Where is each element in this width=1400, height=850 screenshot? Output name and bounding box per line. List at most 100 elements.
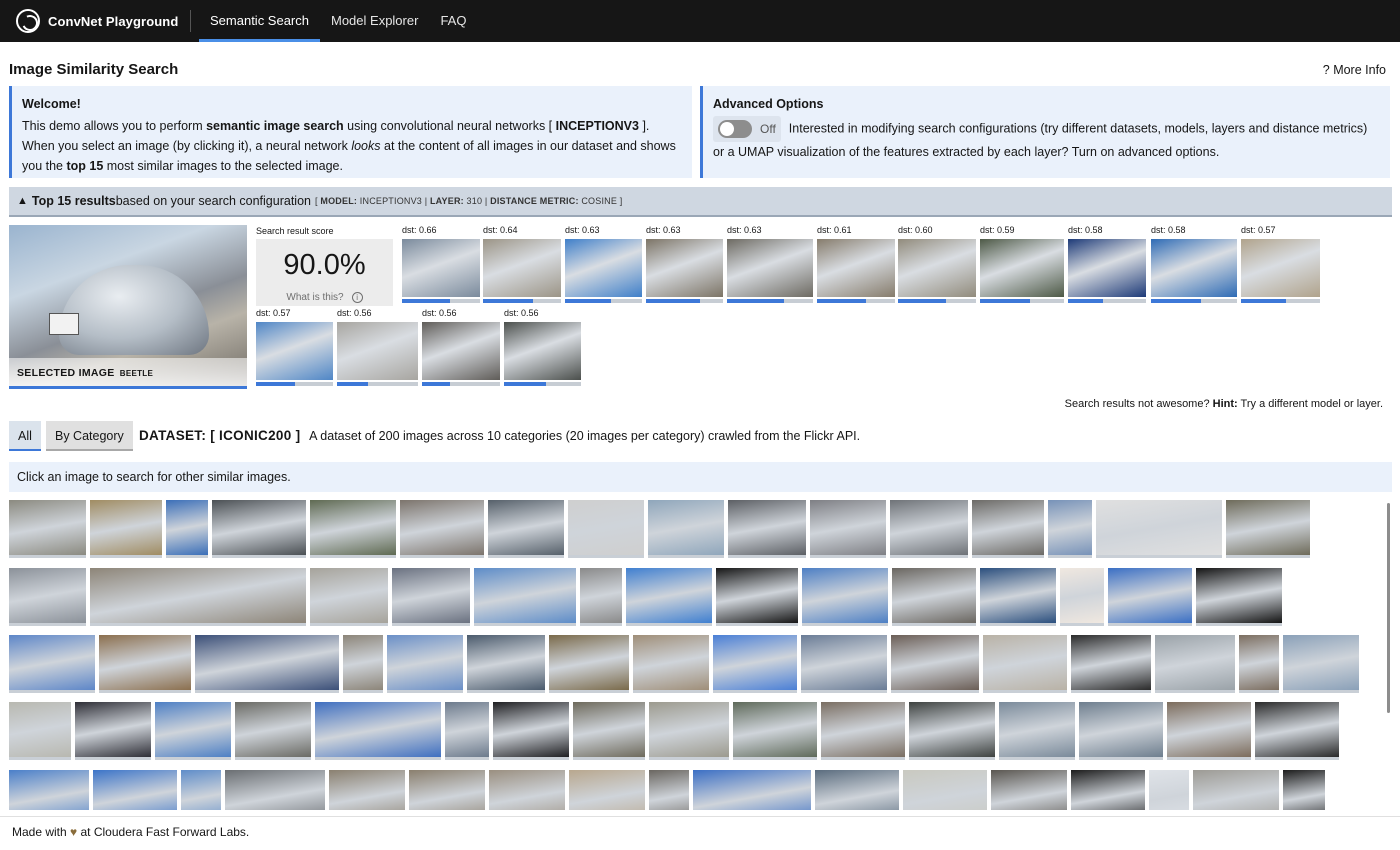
gallery-image[interactable] — [400, 500, 484, 558]
gallery-image[interactable] — [166, 500, 208, 558]
gallery-image[interactable] — [1060, 568, 1104, 626]
gallery-image[interactable] — [649, 702, 729, 760]
gallery-image[interactable] — [693, 770, 811, 810]
gallery-image[interactable] — [9, 635, 95, 693]
gallery-image[interactable] — [181, 770, 221, 810]
gallery-image[interactable] — [713, 635, 797, 693]
gallery-scrollbar[interactable] — [1387, 503, 1390, 713]
result-thumbnail[interactable]: dst: 0.64 — [483, 225, 561, 305]
gallery-image[interactable] — [626, 568, 712, 626]
advanced-options-toggle[interactable]: Off — [713, 116, 781, 142]
gallery-image[interactable] — [387, 635, 463, 693]
brand[interactable]: ConvNet Playground — [0, 0, 190, 42]
gallery-image[interactable] — [972, 500, 1044, 558]
gallery-image[interactable] — [733, 702, 817, 760]
gallery-image[interactable] — [155, 702, 231, 760]
gallery-image[interactable] — [1196, 568, 1282, 626]
gallery-image[interactable] — [1255, 702, 1339, 760]
score-help-link[interactable]: What is this? i — [256, 291, 393, 303]
gallery-image[interactable] — [392, 568, 470, 626]
gallery-image[interactable] — [445, 702, 489, 760]
gallery-image[interactable] — [890, 500, 968, 558]
nav-semantic-search[interactable]: Semantic Search — [199, 0, 320, 42]
gallery-image[interactable] — [310, 500, 396, 558]
gallery-image[interactable] — [9, 568, 86, 626]
gallery-image[interactable] — [93, 770, 177, 810]
gallery-image[interactable] — [343, 635, 383, 693]
result-thumbnail[interactable]: dst: 0.56 — [337, 308, 418, 388]
gallery-image[interactable] — [1149, 770, 1189, 810]
gallery-image[interactable] — [212, 500, 306, 558]
gallery-image[interactable] — [1048, 500, 1092, 558]
gallery-image[interactable] — [569, 770, 645, 810]
gallery-image[interactable] — [580, 568, 622, 626]
gallery-image[interactable] — [1096, 500, 1222, 558]
gallery-image[interactable] — [716, 568, 798, 626]
gallery-image[interactable] — [1071, 635, 1151, 693]
gallery-image[interactable] — [310, 568, 388, 626]
result-thumbnail[interactable]: dst: 0.57 — [256, 308, 333, 388]
nav-faq[interactable]: FAQ — [429, 0, 477, 42]
result-thumbnail[interactable]: dst: 0.58 — [1068, 225, 1146, 305]
gallery-image[interactable] — [633, 635, 709, 693]
gallery-image[interactable] — [225, 770, 325, 810]
gallery-image[interactable] — [235, 702, 311, 760]
gallery-image[interactable] — [75, 702, 151, 760]
gallery-image[interactable] — [1283, 770, 1325, 810]
gallery-image[interactable] — [467, 635, 545, 693]
gallery-image[interactable] — [90, 500, 162, 558]
gallery-image[interactable] — [573, 702, 645, 760]
gallery-image[interactable] — [648, 500, 724, 558]
gallery-image[interactable] — [802, 568, 888, 626]
gallery-image[interactable] — [99, 635, 191, 693]
gallery-image[interactable] — [991, 770, 1067, 810]
gallery-image[interactable] — [90, 568, 306, 626]
result-thumbnail[interactable]: dst: 0.56 — [422, 308, 500, 388]
gallery-image[interactable] — [1283, 635, 1359, 693]
gallery-image[interactable] — [810, 500, 886, 558]
nav-model-explorer[interactable]: Model Explorer — [320, 0, 429, 42]
cloudera-link[interactable]: Cloudera Fast Forward Labs — [94, 825, 246, 839]
result-thumbnail[interactable]: dst: 0.60 — [898, 225, 976, 305]
gallery-image[interactable] — [568, 500, 644, 558]
gallery-image[interactable] — [1167, 702, 1251, 760]
gallery-image[interactable] — [801, 635, 887, 693]
result-thumbnail[interactable]: dst: 0.59 — [980, 225, 1064, 305]
more-info-link[interactable]: ? More Info — [1323, 63, 1386, 77]
gallery-image[interactable] — [909, 702, 995, 760]
results-header-bar[interactable]: ▲ Top 15 results based on your search co… — [9, 187, 1392, 217]
gallery-image[interactable] — [1193, 770, 1279, 810]
gallery-image[interactable] — [892, 568, 976, 626]
gallery-image[interactable] — [903, 770, 987, 810]
result-thumbnail[interactable]: dst: 0.58 — [1151, 225, 1237, 305]
gallery-image[interactable] — [9, 770, 89, 810]
gallery-image[interactable] — [1239, 635, 1279, 693]
gallery-image[interactable] — [549, 635, 629, 693]
result-thumbnail[interactable]: dst: 0.56 — [504, 308, 581, 388]
gallery-image[interactable] — [195, 635, 339, 693]
gallery-image[interactable] — [329, 770, 405, 810]
gallery-image[interactable] — [409, 770, 485, 810]
gallery-image[interactable] — [649, 770, 689, 810]
result-thumbnail[interactable]: dst: 0.63 — [727, 225, 813, 305]
result-thumbnail[interactable]: dst: 0.61 — [817, 225, 895, 305]
gallery-image[interactable] — [493, 702, 569, 760]
gallery-image[interactable] — [728, 500, 806, 558]
gallery-image[interactable] — [983, 635, 1067, 693]
result-thumbnail[interactable]: dst: 0.57 — [1241, 225, 1320, 305]
gallery-image[interactable] — [1079, 702, 1163, 760]
result-thumbnail[interactable]: dst: 0.66 — [402, 225, 480, 305]
gallery-image[interactable] — [980, 568, 1056, 626]
gallery-image[interactable] — [999, 702, 1075, 760]
gallery-image[interactable] — [488, 500, 564, 558]
gallery-image[interactable] — [9, 500, 86, 558]
gallery-image[interactable] — [891, 635, 979, 693]
gallery-image[interactable] — [474, 568, 576, 626]
gallery-image[interactable] — [9, 702, 71, 760]
gallery-image[interactable] — [1108, 568, 1192, 626]
gallery-image[interactable] — [315, 702, 441, 760]
gallery-image[interactable] — [815, 770, 899, 810]
gallery-image[interactable] — [1155, 635, 1235, 693]
tab-all[interactable]: All — [9, 421, 41, 451]
gallery-image[interactable] — [489, 770, 565, 810]
